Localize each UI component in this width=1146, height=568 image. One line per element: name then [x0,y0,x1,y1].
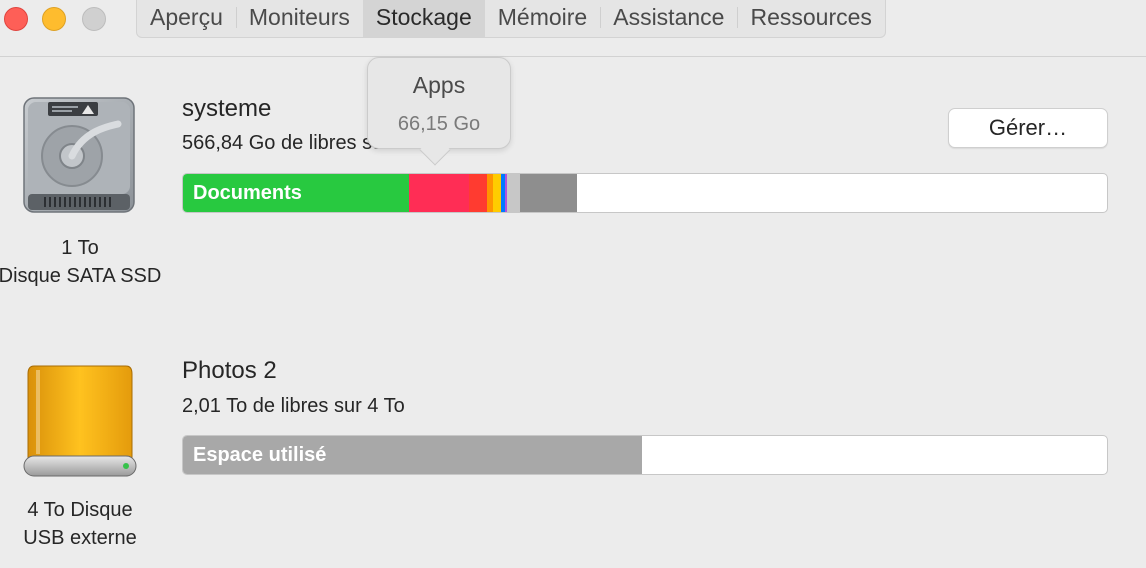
disk-capacity-caption: 1 To Disque SATA SSD [0,234,180,290]
disk-free-space: 2,01 To de libres sur 4 To [182,395,405,417]
tab-moniteurs[interactable]: Moniteurs [235,0,363,37]
minimize-window-button[interactable] [42,7,66,31]
tab-ressources[interactable]: Ressources [737,0,884,37]
disk-name: systeme [182,95,272,122]
disk-capacity: 4 To Disque [27,499,133,521]
tab-bar: Aperçu Moniteurs Stockage Mémoire Assist… [136,0,886,38]
usage-segment[interactable] [468,174,487,212]
tab-stockage[interactable]: Stockage [362,0,485,37]
storage-usage-bar[interactable]: Documents [182,173,1108,213]
tab-assistance[interactable]: Assistance [600,0,737,37]
disk-capacity-caption: 4 To Disque USB externe [0,496,180,552]
usage-segment[interactable]: Espace utilisé [183,436,643,474]
storage-usage-bar[interactable]: Espace utilisé [182,435,1108,475]
usage-segment[interactable] [492,174,501,212]
internal-drive-icon [23,97,135,213]
external-drive-icon [23,365,137,477]
usage-segment[interactable] [409,174,469,212]
storage-tooltip: Apps 66,15 Go [367,57,511,149]
usage-segment[interactable]: Documents [183,174,410,212]
manage-button[interactable]: Gérer… [948,108,1108,148]
toolbar: Aperçu Moniteurs Stockage Mémoire Assist… [0,0,1146,57]
tab-apercu[interactable]: Aperçu [137,0,236,37]
zoom-window-button[interactable] [82,7,106,31]
disk-type: Disque SATA SSD [0,265,162,287]
usage-segment-label: Documents [193,182,302,204]
disk-type: USB externe [23,527,137,549]
tooltip-category: Apps [412,72,466,98]
usage-segment[interactable] [520,174,578,212]
usage-segment-label: Espace utilisé [193,444,327,466]
usage-segment[interactable] [507,174,521,212]
disk-capacity: 1 To [61,237,99,259]
close-window-button[interactable] [4,7,28,31]
tooltip-size: 66,15 Go [397,113,481,135]
disk-name: Photos 2 [182,357,277,384]
tab-memoire[interactable]: Mémoire [485,0,600,37]
